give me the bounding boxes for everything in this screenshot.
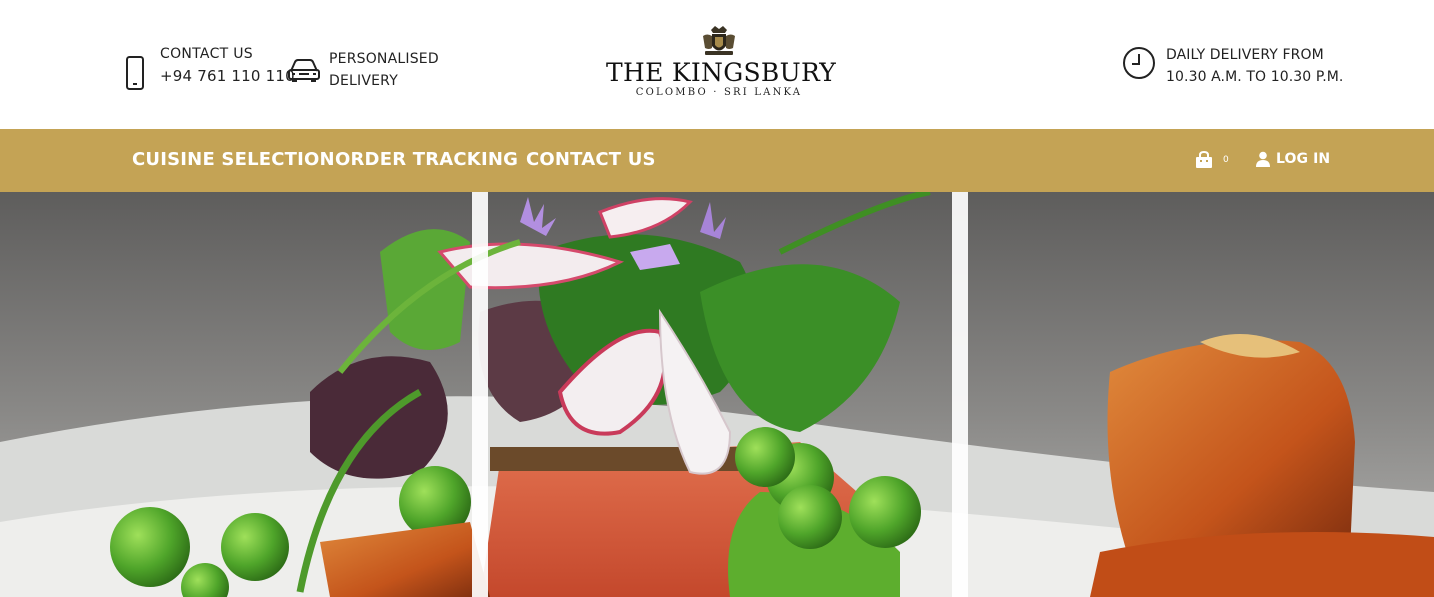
nav-cuisine-selection[interactable]: CUISINE SELECTION — [132, 149, 335, 170]
logo-subtitle: COLOMBO · SRI LANKA — [635, 87, 803, 98]
login-button[interactable]: LOG IN — [1255, 151, 1330, 167]
car-icon — [288, 59, 320, 82]
nav-contact-us[interactable]: CONTACT US — [526, 149, 656, 170]
contact-phone[interactable]: +94 761 110 110 — [160, 64, 295, 88]
hours-line1: DAILY DELIVERY FROM — [1166, 47, 1324, 63]
hero-food-image — [0, 192, 1434, 597]
contact-info[interactable]: CONTACT US +94 761 110 110 — [124, 44, 295, 90]
smartphone-icon — [126, 56, 144, 90]
nav-order-tracking[interactable]: ORDER TRACKING — [335, 149, 518, 170]
delivery-line1: PERSONALISED — [329, 51, 439, 67]
delivery-line2: DELIVERY — [329, 73, 398, 89]
clock-icon — [1123, 47, 1155, 79]
main-nav: CUISINE SELECTION ORDER TRACKING CONTACT… — [0, 129, 1434, 192]
crest-icon — [703, 26, 735, 55]
delivery-info: PERSONALISED DELIVERY — [287, 48, 449, 92]
cart-count: 0 — [1223, 155, 1229, 165]
site-logo[interactable]: THE KINGSBURY COLOMBO · SRI LANKA — [606, 24, 837, 108]
logo-name: THE KINGSBURY — [606, 58, 837, 87]
cart-button[interactable]: 0 — [1195, 151, 1229, 169]
user-icon — [1256, 151, 1270, 167]
delivery-hours: DAILY DELIVERY FROM 10.30 A.M. TO 10.30 … — [1122, 44, 1343, 88]
contact-label: CONTACT US — [160, 46, 253, 62]
hours-line2: 10.30 A.M. TO 10.30 P.M. — [1166, 69, 1344, 85]
login-label: LOG IN — [1276, 151, 1331, 167]
shopping-bag-icon — [1196, 151, 1212, 168]
top-header: CONTACT US +94 761 110 110 PERSONALISED … — [0, 0, 1434, 129]
hero-banner — [0, 192, 1434, 597]
